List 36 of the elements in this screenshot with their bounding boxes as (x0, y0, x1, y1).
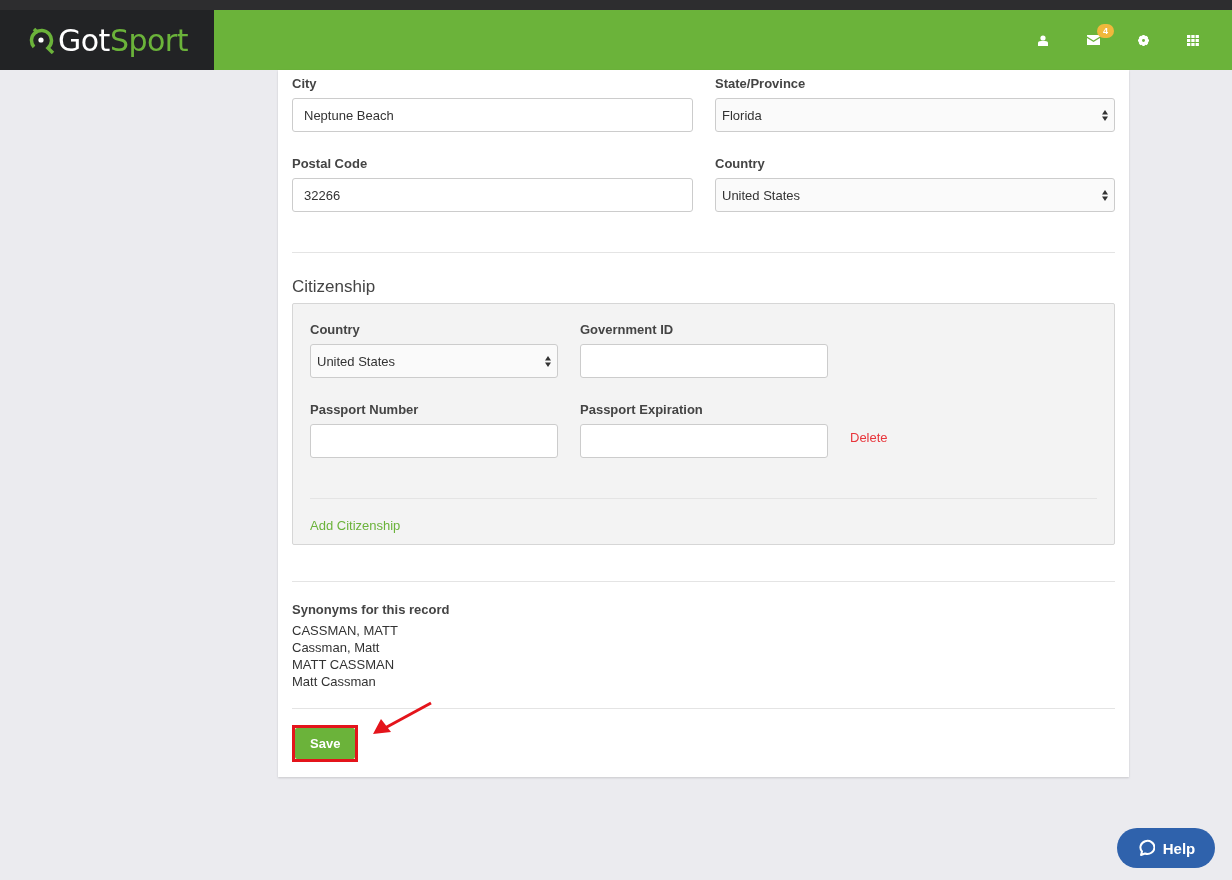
logo-text: GotSport (58, 22, 188, 58)
field-label: State/Province (715, 76, 807, 92)
input-field[interactable]: 32266 (292, 178, 693, 212)
input-field[interactable] (580, 344, 828, 378)
field-label: Passport Number (310, 402, 420, 418)
notification-badge: 4 (1097, 24, 1114, 38)
chat-bubble-icon (1136, 839, 1155, 857)
select-arrows-icon (1102, 189, 1108, 201)
logo-icon (28, 26, 56, 54)
settings-icon[interactable] (1137, 34, 1149, 46)
field-label: Passport Expiration (580, 402, 704, 418)
input-field[interactable] (310, 424, 558, 458)
input-field[interactable]: Neptune Beach (292, 98, 693, 132)
select-field[interactable]: Florida (715, 98, 1115, 132)
mail-icon[interactable] (1086, 35, 1100, 45)
synonym-name: CASSMAN, MATT (292, 622, 398, 639)
synonym-name: Matt Cassman (292, 673, 376, 690)
field-label: City (292, 76, 318, 92)
field-label: Country (715, 156, 766, 172)
select-arrows-icon (545, 355, 551, 367)
field-label: Country (310, 322, 361, 338)
field-label: Government ID (580, 322, 675, 338)
apps-grid-icon[interactable] (1187, 34, 1199, 46)
select-field[interactable]: United States (310, 344, 558, 378)
field-label: Postal Code (292, 156, 369, 172)
section-title: Citizenship (292, 277, 377, 297)
select-field[interactable]: United States (715, 178, 1115, 212)
input-field[interactable] (580, 424, 828, 458)
annotation-arrow (373, 701, 432, 734)
synonyms-title: Synonyms for this record (292, 602, 451, 618)
synonym-name: Cassman, Matt (292, 639, 380, 656)
delete-link[interactable]: Delete (850, 430, 888, 445)
user-icon[interactable] (1038, 34, 1048, 46)
select-arrows-icon (1102, 109, 1108, 121)
help-button[interactable]: Help (1117, 828, 1215, 868)
synonym-name: MATT CASSMAN (292, 656, 395, 673)
